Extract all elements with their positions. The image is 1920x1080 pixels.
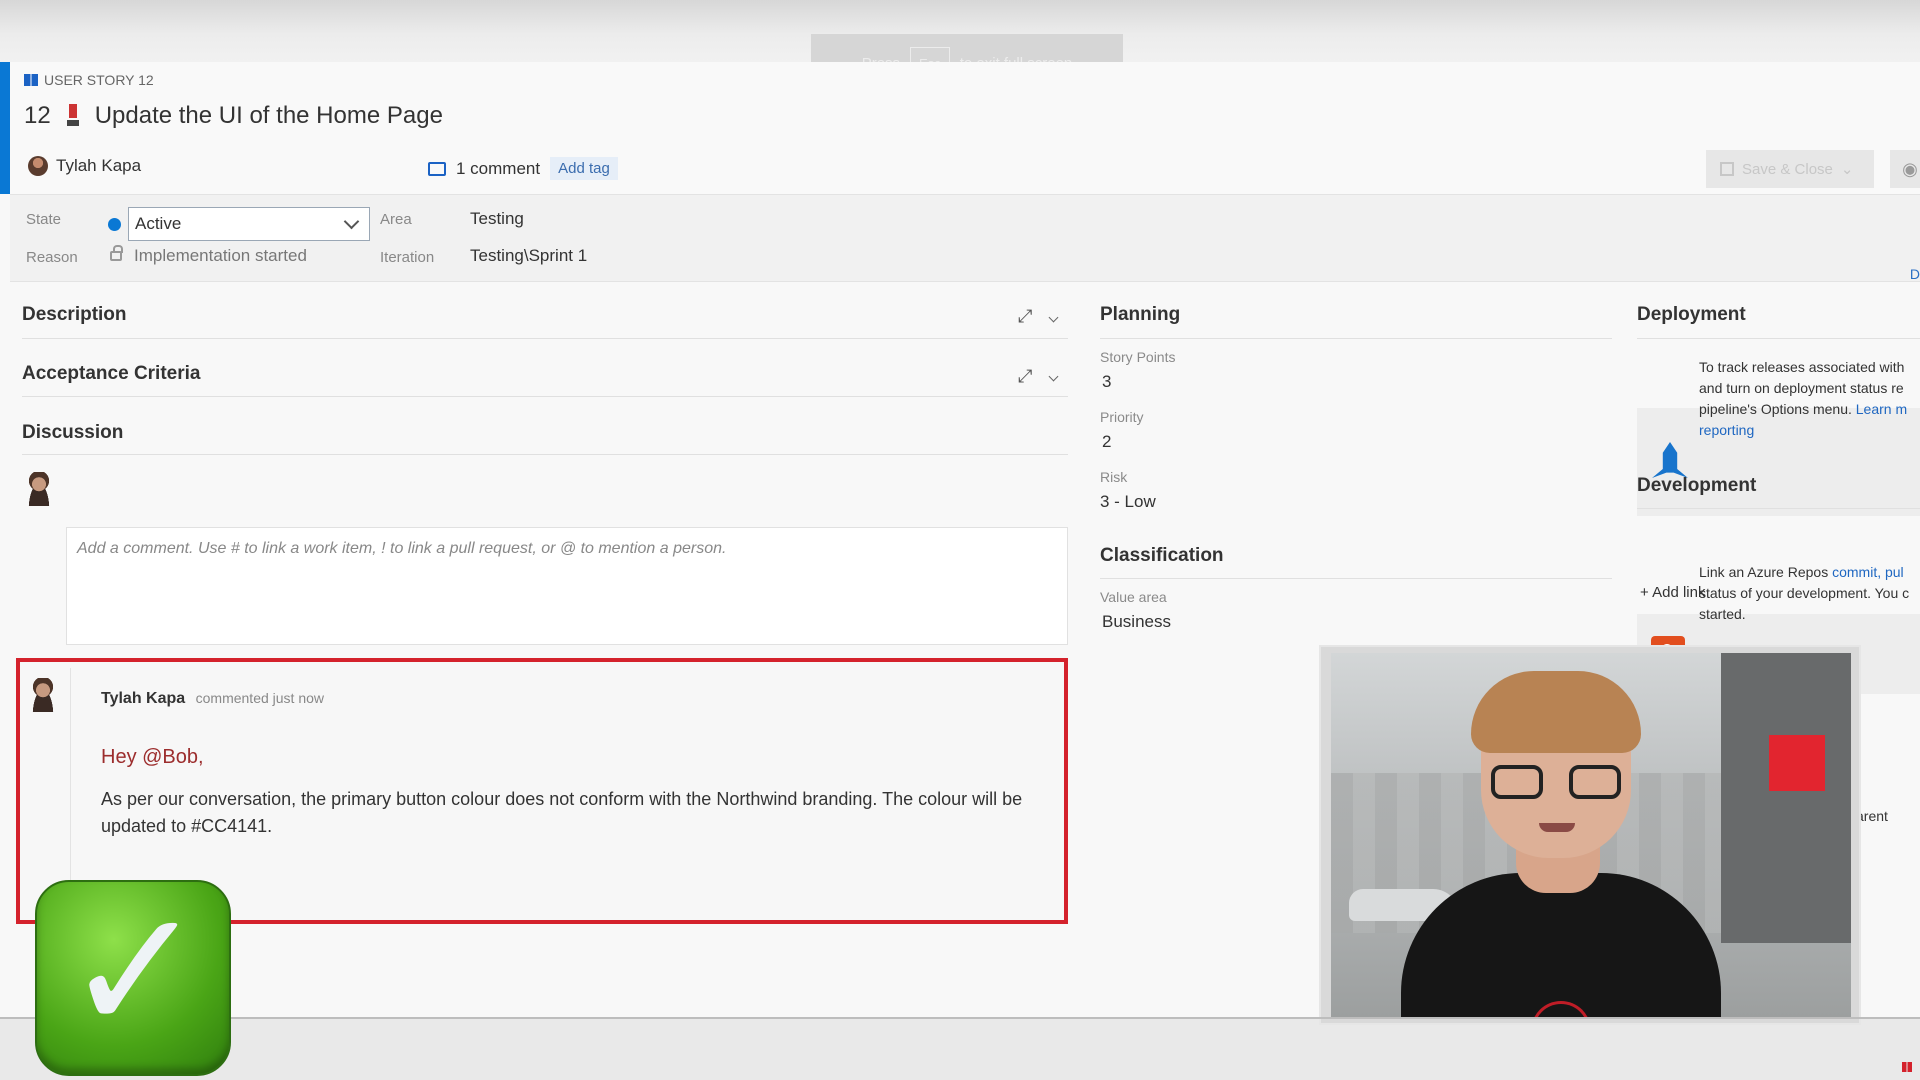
green-checkmark-icon: ✓: [35, 880, 231, 1076]
state-color-dot: [108, 218, 121, 231]
deployment-line: and turn on deployment status re: [1699, 380, 1904, 396]
chevron-down-icon[interactable]: ⌄: [1841, 160, 1854, 178]
planning-heading: Planning: [1100, 304, 1181, 325]
iteration-value[interactable]: Testing\Sprint 1: [470, 246, 587, 266]
comment-icon: [428, 161, 446, 176]
development-info-text: Link an Azure Repos commit, pul status o…: [1699, 562, 1909, 625]
divider: [1100, 338, 1612, 339]
development-line: status of your development. You c: [1699, 585, 1910, 601]
presenter-webcam-overlay: [1319, 645, 1861, 1025]
development-line: Link an Azure Repos: [1699, 564, 1829, 580]
description-heading[interactable]: Description: [22, 304, 127, 326]
reporting-link[interactable]: reporting: [1699, 420, 1907, 441]
divider: [1637, 508, 1920, 509]
work-item-id: 12: [24, 102, 51, 129]
priority-value[interactable]: 2: [1102, 432, 1111, 452]
state-label: State: [26, 211, 62, 228]
field-bar: State Active Reason Implementation start…: [10, 194, 1920, 282]
comment-timestamp: commented just now: [195, 690, 325, 706]
divider: [1100, 578, 1612, 579]
state-dropdown[interactable]: Active: [128, 207, 370, 241]
work-item-type-label: USER STORY 12: [44, 72, 154, 88]
avatar: [28, 156, 48, 176]
state-value: Active: [135, 214, 182, 233]
chevron-down-icon[interactable]: [1048, 371, 1059, 382]
priority-flag-icon: [66, 104, 79, 128]
background-red-sign: [1769, 735, 1825, 791]
user-story-icon: [24, 74, 38, 86]
value-area-value[interactable]: Business: [1102, 612, 1171, 632]
acceptance-criteria-heading[interactable]: Acceptance Criteria: [22, 363, 200, 385]
iteration-label: Iteration: [380, 249, 435, 266]
reason-value: Implementation started: [134, 246, 307, 265]
comment-count-link[interactable]: 1 comment: [456, 159, 540, 179]
expand-icon[interactable]: ⤢: [1018, 366, 1032, 387]
avatar: [24, 472, 54, 506]
lock-icon: [110, 245, 123, 261]
chevron-down-icon: [343, 213, 360, 230]
classification-heading: Classification: [1100, 545, 1224, 566]
area-label: Area: [380, 211, 412, 228]
expand-icon[interactable]: ⤢: [1018, 306, 1032, 327]
divider: [1637, 338, 1920, 339]
discussion-heading: Discussion: [22, 422, 124, 443]
tab-discussion[interactable]: D: [1910, 266, 1920, 282]
work-item-title-row: 12 Update the UI of the Home Page: [24, 102, 443, 130]
plus-icon: +: [1640, 584, 1649, 601]
assigned-to-name: Tylah Kapa: [56, 156, 142, 175]
chevron-down-icon[interactable]: [1048, 312, 1059, 323]
comment-body: As per our conversation, the primary but…: [101, 789, 1023, 836]
development-line: started.: [1699, 606, 1746, 622]
comments-summary: 1 comment Add tag: [428, 157, 618, 180]
story-points-label: Story Points: [1100, 349, 1176, 365]
comment-input[interactable]: Add a comment. Use # to link a work item…: [66, 527, 1068, 645]
risk-value[interactable]: 3 - Low: [1100, 492, 1156, 512]
assigned-to[interactable]: Tylah Kapa: [28, 156, 141, 176]
presenter-hair: [1471, 671, 1641, 753]
risk-label: Risk: [1100, 469, 1128, 485]
comment-mention[interactable]: Hey @Bob,: [101, 746, 204, 769]
corner-indicator: [1902, 1062, 1912, 1072]
divider: [22, 338, 1068, 339]
deployment-heading: Deployment: [1637, 304, 1746, 325]
presenter-mouth: [1539, 823, 1575, 832]
area-value[interactable]: Testing: [470, 209, 524, 229]
work-item-accent-bar: [0, 62, 10, 194]
work-item-type: USER STORY 12: [24, 72, 154, 88]
value-area-label: Value area: [1100, 589, 1167, 605]
save-close-label: Save & Close: [1742, 160, 1833, 178]
divider: [22, 454, 1068, 455]
follow-eye-icon[interactable]: ◉: [1890, 150, 1920, 188]
reason-label: Reason: [26, 249, 78, 266]
learn-more-link[interactable]: Learn m: [1856, 401, 1907, 417]
comment-author-name: Tylah Kapa: [101, 690, 186, 707]
save-close-button[interactable]: Save & Close ⌄: [1706, 150, 1874, 188]
add-link-button[interactable]: + Add link: [1640, 584, 1705, 601]
avatar: [28, 678, 58, 712]
deployment-line: pipeline's Options menu.: [1699, 401, 1852, 417]
work-item-header: USER STORY 12 12 Update the UI of the Ho…: [10, 62, 1920, 194]
checkmark-glyph: ✓: [63, 873, 207, 1071]
deployment-info-text: To track releases associated with and tu…: [1699, 357, 1907, 441]
add-link-label: Add link: [1652, 584, 1706, 601]
work-item-title[interactable]: Update the UI of the Home Page: [95, 102, 443, 130]
add-tag-button[interactable]: Add tag: [550, 157, 618, 180]
webcam-background: [1331, 653, 1851, 1017]
deployment-line: To track releases associated with: [1699, 359, 1905, 375]
save-icon: [1720, 162, 1734, 176]
divider: [0, 1017, 1920, 1019]
commit-link[interactable]: commit, pul: [1832, 564, 1904, 580]
comment-author: Tylah Kapa commented just now: [101, 690, 324, 708]
development-heading: Development: [1637, 475, 1757, 496]
priority-label: Priority: [1100, 409, 1144, 425]
story-points-value[interactable]: 3: [1102, 372, 1111, 392]
background-window: [1721, 653, 1851, 943]
glasses-icon: [1491, 765, 1621, 799]
divider: [22, 396, 1068, 397]
